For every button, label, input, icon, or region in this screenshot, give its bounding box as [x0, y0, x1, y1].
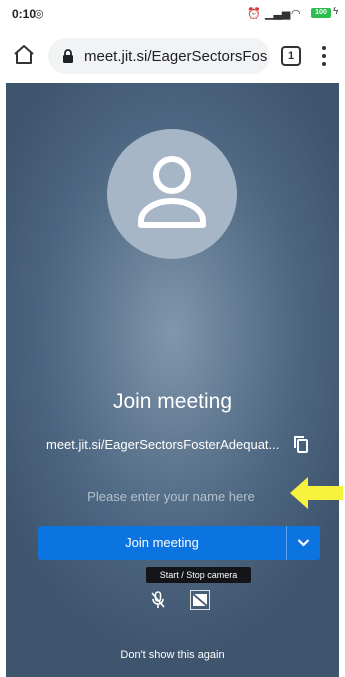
more-vert-icon[interactable] [316, 44, 332, 68]
url-text: meet.jit.si/EagerSectorsFos [84, 48, 268, 65]
avatar-icon [138, 156, 206, 228]
address-bar[interactable]: meet.jit.si/EagerSectorsFos [48, 38, 270, 74]
meeting-url: meet.jit.si/EagerSectorsFosterAdequat... [46, 437, 280, 452]
prejoin-screen: Join meeting meet.jit.si/EagerSectorsFos… [6, 83, 339, 677]
join-options-button[interactable] [287, 526, 320, 560]
mic-off-icon[interactable] [150, 591, 166, 609]
charging-icon: ϟ [333, 6, 339, 17]
name-input[interactable] [46, 483, 296, 509]
annotation-arrow-icon [288, 474, 345, 512]
lock-icon [62, 49, 74, 63]
signal-icon: ▁▃▅ [265, 8, 291, 20]
camera-tooltip: Start / Stop camera [146, 567, 251, 583]
page-title: Join meeting [112, 390, 233, 413]
join-meeting-button[interactable]: Join meeting [38, 526, 286, 560]
alarm-icon: ⏰ [247, 8, 261, 20]
copy-icon[interactable] [293, 435, 309, 453]
browser-toolbar: meet.jit.si/EagerSectorsFos 1 [0, 28, 345, 83]
tabs-button[interactable]: 1 [281, 46, 301, 66]
status-time: 0:10 [12, 7, 37, 21]
notification-icon: ◎ [34, 8, 44, 20]
status-bar: 0:10 ◎ ⏰ ▁▃▅ ◠ 100 ϟ [0, 0, 345, 28]
battery-icon: 100 [311, 8, 331, 18]
wifi-icon: ◠ [291, 8, 301, 20]
dont-show-again-link[interactable]: Don't show this again [6, 649, 339, 661]
avatar [107, 129, 237, 259]
chevron-down-icon [297, 539, 310, 547]
camera-off-icon[interactable] [190, 590, 210, 610]
home-icon[interactable] [12, 43, 36, 67]
